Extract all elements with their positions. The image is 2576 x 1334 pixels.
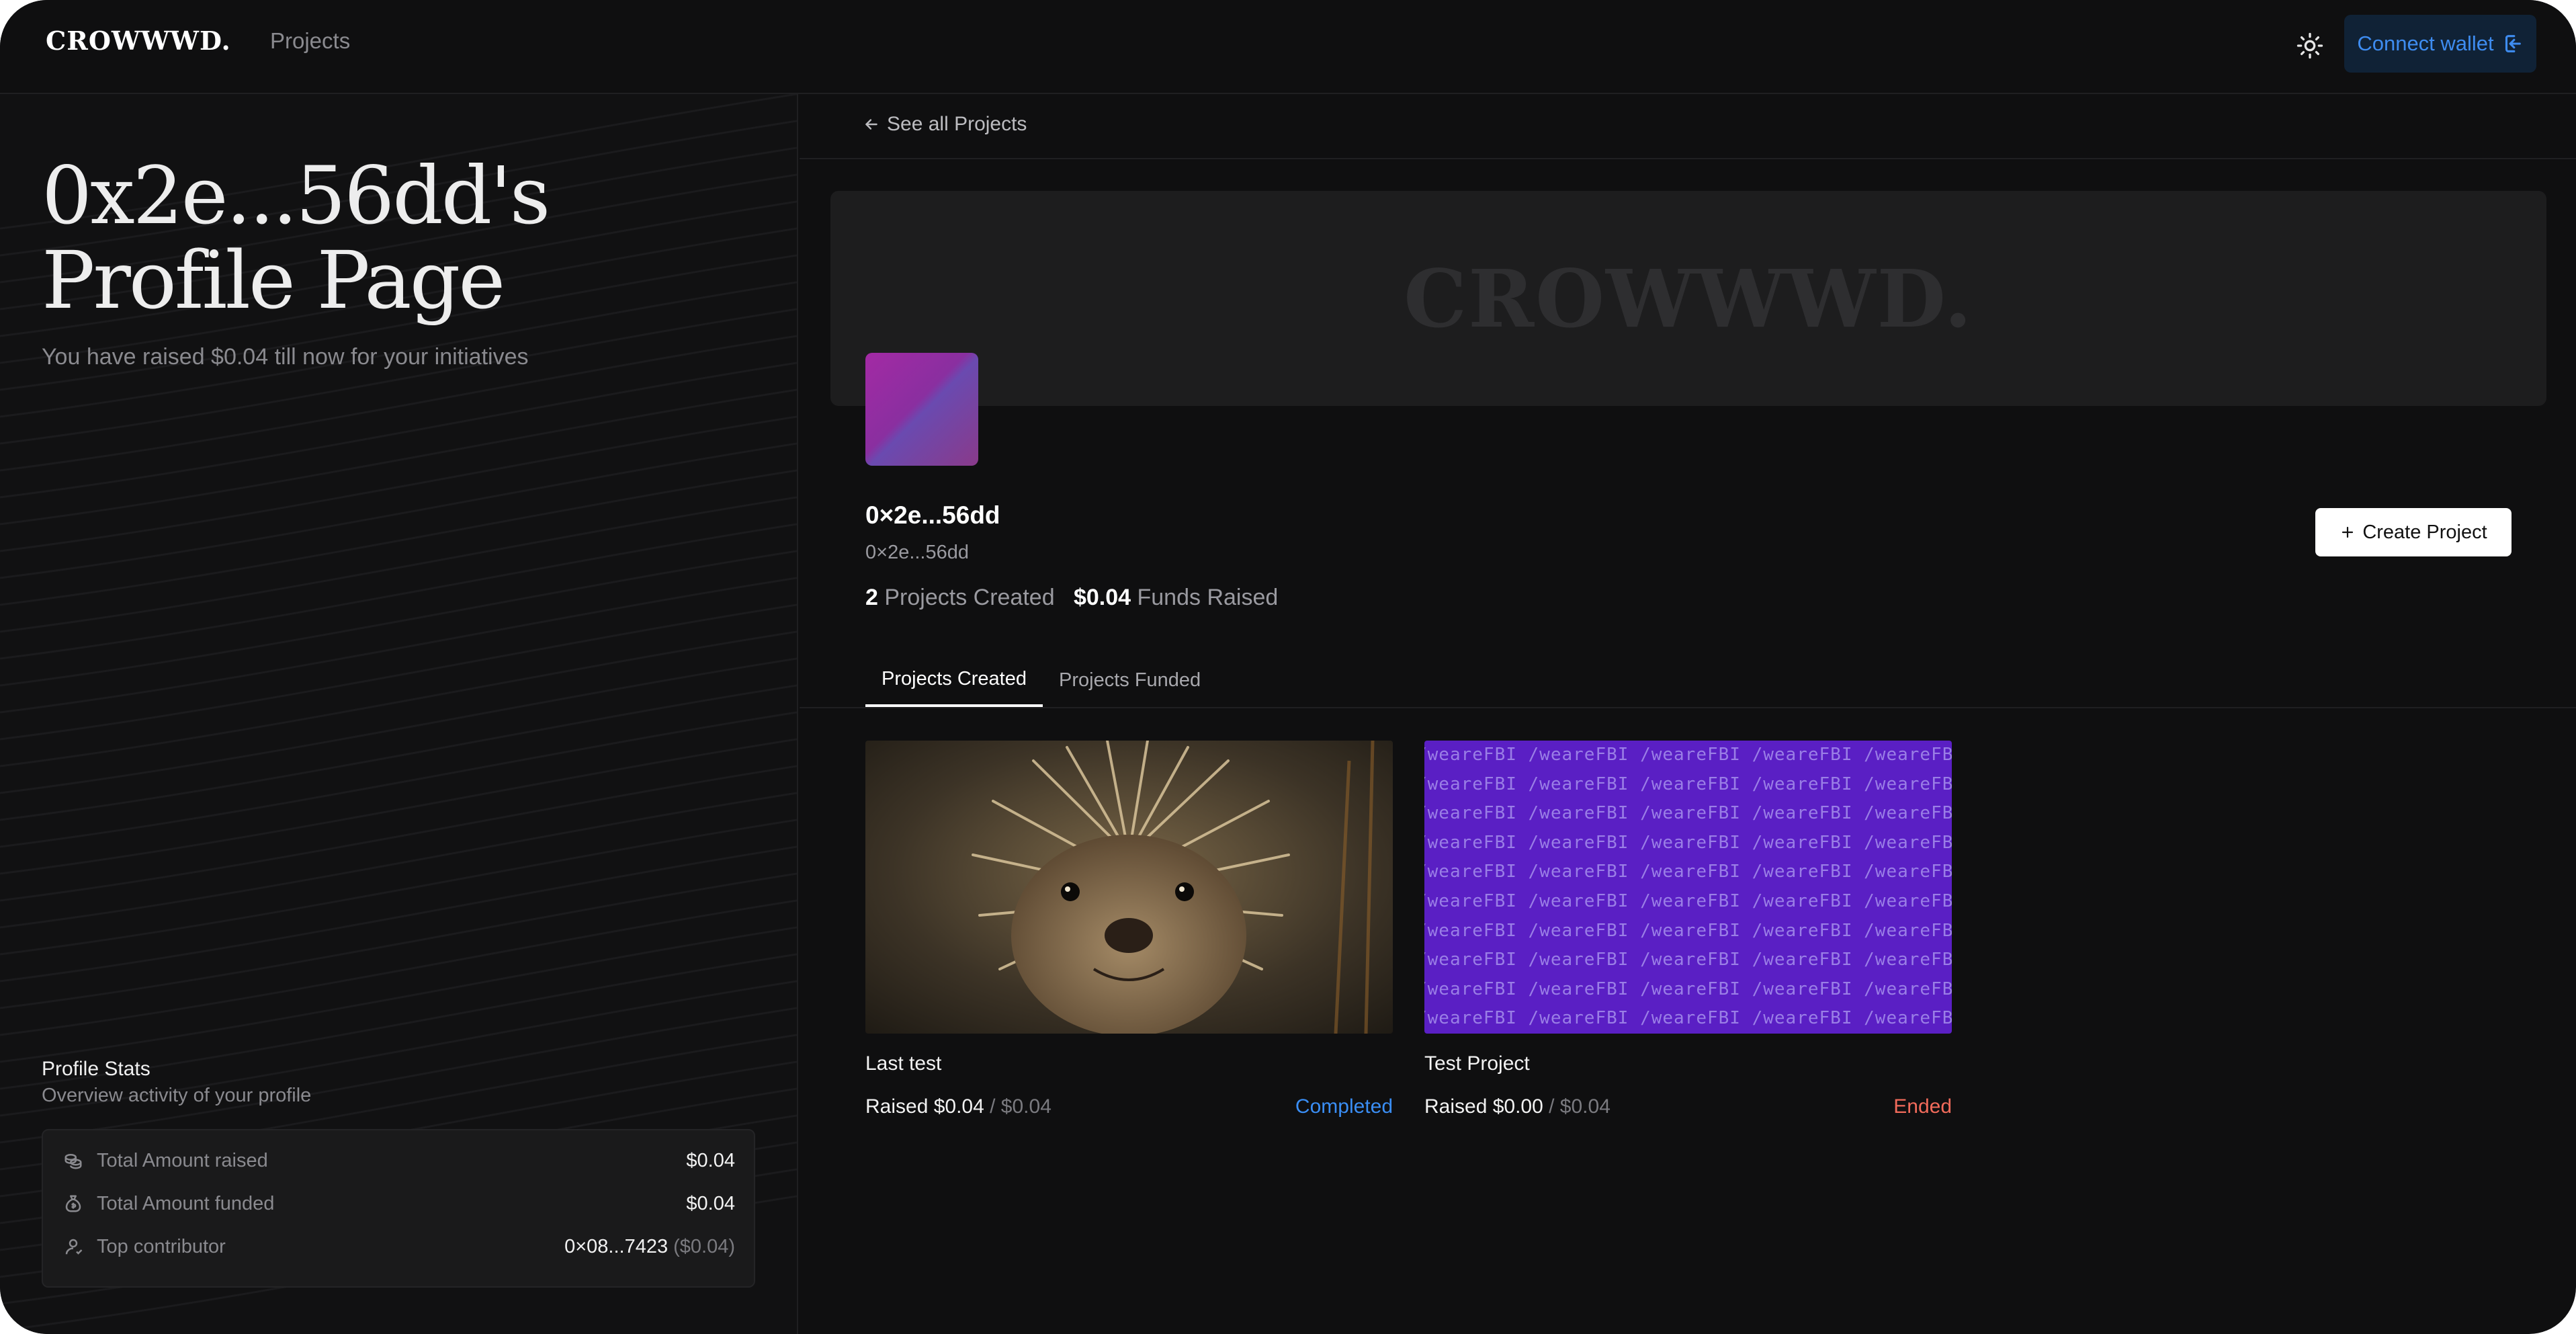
stat-extra: ($0.04): [673, 1235, 735, 1257]
avatar: [865, 353, 978, 466]
project-card[interactable]: Last test Raised $0.04 / $0.04 Completed: [865, 741, 1393, 1118]
profile-stats-subtitle: Overview activity of your profile: [42, 1085, 312, 1106]
money-bag-icon: [65, 1195, 81, 1212]
funds-raised-label: Funds Raised: [1137, 585, 1279, 610]
plus-icon: [2342, 526, 2354, 538]
projects-created-count: 2: [865, 585, 878, 610]
stat-value: $0.04: [686, 1149, 735, 1171]
create-project-label: Create Project: [2362, 521, 2487, 543]
stat-row-top-contributor: Top contributor 0×08...7423 ($0.04): [63, 1230, 735, 1263]
page-title-line2: Profile Page: [42, 234, 505, 327]
create-project-button[interactable]: Create Project: [2315, 508, 2511, 556]
divider: [800, 158, 2576, 159]
stat-label: Total Amount funded: [97, 1192, 275, 1214]
goal-amount: / $0.04: [1549, 1095, 1611, 1118]
stat-label: Total Amount raised: [97, 1149, 268, 1171]
tab-projects-created[interactable]: Projects Created: [865, 653, 1043, 707]
goal-amount: / $0.04: [990, 1095, 1051, 1118]
project-raised: Raised $0.00 / $0.04: [1424, 1095, 1611, 1118]
user-icon: [65, 1239, 83, 1255]
pattern-line: /weareFBI /weareFBI /weareFBI /weareFBI …: [1424, 803, 1952, 824]
tabs-divider: [800, 707, 2576, 708]
profile-banner: CROWWWD.: [830, 191, 2546, 406]
stat-row-total-funded: Total Amount funded $0.04: [63, 1187, 735, 1220]
project-meta: Raised $0.00 / $0.04 Ended: [1424, 1095, 1952, 1118]
page-title: 0x2e...56dd's Profile Page: [42, 153, 550, 323]
tab-projects-funded[interactable]: Projects Funded: [1043, 653, 1217, 707]
project-image-pattern[interactable]: /weareFBI /weareFBI /weareFBI /weareFBI …: [1424, 741, 1952, 1034]
profile-sidebar: 0x2e...56dd's Profile Page You have rais…: [0, 94, 798, 1334]
pattern-line: /weareFBI /weareFBI /weareFBI /weareFBI …: [1424, 890, 1952, 911]
project-card[interactable]: /weareFBI /weareFBI /weareFBI /weareFBI …: [1424, 741, 1952, 1118]
banner-logo: CROWWWD.: [1404, 251, 1973, 345]
connect-wallet-button[interactable]: Connect wallet: [2344, 15, 2536, 73]
raised-amount: Raised $0.00: [1424, 1095, 1543, 1118]
wallet-login-icon: [2505, 35, 2521, 52]
projects-created-label: Projects Created: [884, 585, 1055, 610]
profile-stats-card: Total Amount raised $0.04 Total Amount f…: [42, 1129, 755, 1288]
pattern-line: /weareFBI /weareFBI /weareFBI /weareFBI …: [1424, 745, 1952, 765]
top-nav: CROWWWD. Projects Connect wallet: [0, 0, 2576, 94]
profile-stats-title: Profile Stats: [42, 1058, 151, 1080]
page-title-line1: 0x2e...56dd's: [42, 149, 550, 242]
app-window: CROWWWD. Projects Connect wallet 0x2e...…: [0, 0, 2576, 1334]
raised-amount: Raised $0.04: [865, 1095, 984, 1118]
pattern-text-block: /weareFBI /weareFBI /weareFBI /weareFBI …: [1424, 741, 1952, 1034]
sun-icon: [2296, 32, 2323, 59]
project-title[interactable]: Last test: [865, 1052, 1393, 1075]
project-image-hedgehog[interactable]: [865, 741, 1393, 1034]
pattern-line: /weareFBI /weareFBI /weareFBI /weareFBI …: [1424, 832, 1952, 853]
hedgehog-photo: [865, 741, 1393, 1034]
pattern-line: /weareFBI /weareFBI /weareFBI /weareFBI …: [1424, 862, 1952, 882]
stat-row-total-raised: Total Amount raised $0.04: [63, 1144, 735, 1177]
stat-label: Top contributor: [97, 1235, 226, 1257]
pattern-line: /weareFBI /weareFBI /weareFBI /weareFBI …: [1424, 978, 1952, 999]
pattern-line: /weareFBI /weareFBI /weareFBI /weareFBI …: [1424, 920, 1952, 941]
arrow-left-icon: [865, 119, 877, 130]
pattern-line: /weareFBI /weareFBI /weareFBI /weareFBI …: [1424, 1008, 1952, 1029]
profile-address: 0×2e...56dd: [865, 542, 970, 563]
project-raised: Raised $0.04 / $0.04: [865, 1095, 1051, 1118]
status-badge: Completed: [1295, 1095, 1393, 1118]
raised-summary: You have raised $0.04 till now for your …: [42, 344, 529, 370]
status-badge: Ended: [1893, 1095, 1952, 1118]
stat-value: $0.04: [686, 1192, 735, 1214]
profile-tabs: Projects Created Projects Funded: [865, 653, 1217, 707]
coins-icon: [65, 1154, 82, 1169]
stat-value: 0×08...7423: [564, 1235, 669, 1257]
profile-name: 0×2e...56dd: [865, 501, 1000, 529]
nav-projects-link[interactable]: Projects: [270, 28, 350, 54]
theme-toggle-button[interactable]: [2291, 27, 2329, 65]
funds-raised-value: $0.04: [1073, 585, 1131, 610]
connect-wallet-label: Connect wallet: [2357, 32, 2494, 55]
see-all-projects-link[interactable]: See all Projects: [863, 113, 1027, 136]
pattern-line: /weareFBI /weareFBI /weareFBI /weareFBI …: [1424, 950, 1952, 970]
see-all-projects-label: See all Projects: [887, 113, 1027, 135]
pattern-line: /weareFBI /weareFBI /weareFBI /weareFBI …: [1424, 774, 1952, 794]
profile-counts: 2 Projects Created $0.04 Funds Raised: [865, 585, 1278, 611]
project-title[interactable]: Test Project: [1424, 1052, 1952, 1075]
project-meta: Raised $0.04 / $0.04 Completed: [865, 1095, 1393, 1118]
logo[interactable]: CROWWWD.: [46, 26, 231, 56]
